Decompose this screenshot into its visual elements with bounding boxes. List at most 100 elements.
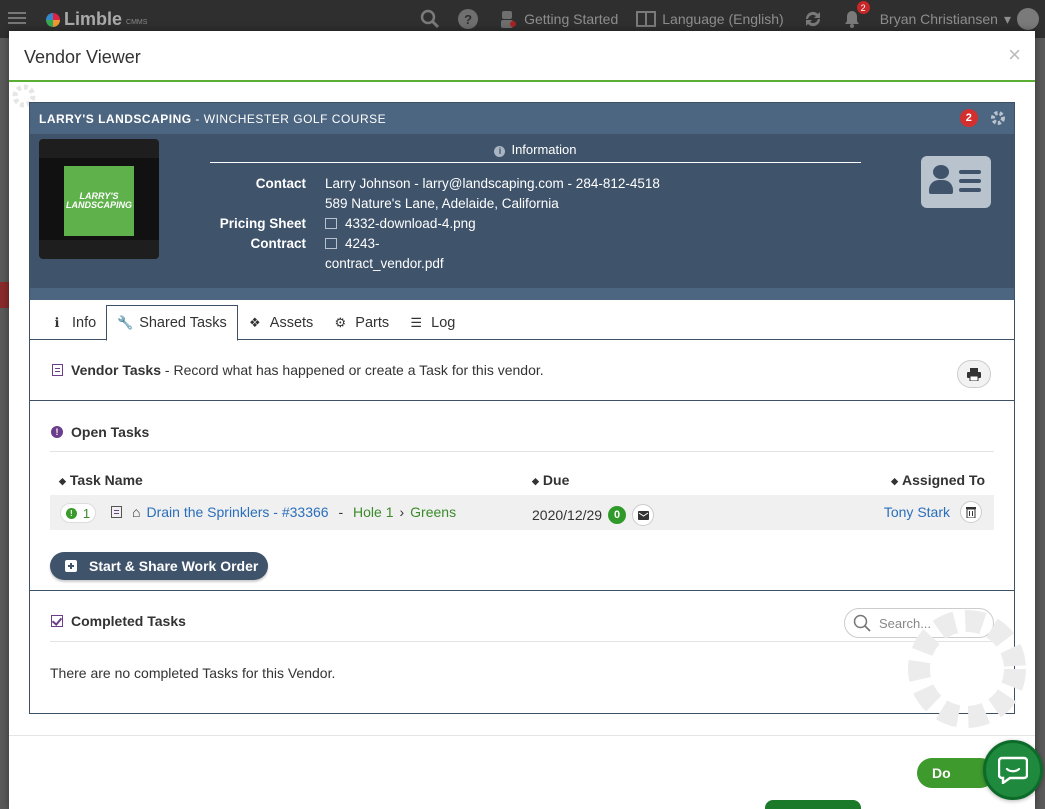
- location-link[interactable]: Hole 1: [353, 504, 393, 520]
- vendor-info-banner: LARRY'S LANDSCAPING i Information Contact…: [30, 134, 1014, 288]
- pricing-sheet-file[interactable]: 4332-download-4.png: [345, 216, 476, 231]
- column-header-task-name[interactable]: ◆ Task Name: [59, 472, 143, 488]
- sublocation-link[interactable]: Greens: [410, 504, 456, 520]
- contract-label: Contract: [250, 236, 306, 251]
- pdf-file-icon: [325, 238, 337, 249]
- exclamation-icon: !: [51, 426, 63, 438]
- list-icon: ☰: [410, 314, 422, 330]
- information-heading: i Information: [210, 139, 861, 163]
- info-icon: ℹ: [54, 314, 60, 330]
- done-button-label: Do: [932, 765, 951, 781]
- vendor-panel: LARRY'S LANDSCAPING - WINCHESTER GOLF CO…: [29, 102, 1015, 714]
- banner-footer: [30, 288, 1014, 300]
- tab-info-label: Info: [72, 314, 97, 331]
- comment-count-badge[interactable]: 0: [608, 506, 627, 524]
- trash-icon: [966, 507, 976, 518]
- priority-pill[interactable]: ! 1: [60, 503, 96, 523]
- location-separator: -: [334, 504, 348, 520]
- vendor-logo-line2: LANDSCAPING: [65, 200, 132, 210]
- divider: [50, 451, 994, 452]
- settings-gear-icon[interactable]: [988, 108, 1008, 128]
- open-tasks-section: ! Open Tasks ◆ Task Name ◆ Due ◆ Assigned T…: [30, 401, 1014, 591]
- modal-title: Vendor Viewer: [24, 47, 141, 67]
- chevron-down-icon: ▾: [1003, 10, 1011, 27]
- search-icon[interactable]: [420, 9, 440, 29]
- task-note-icon: [111, 506, 122, 518]
- logo-text: Limble: [64, 9, 123, 29]
- info-icon: i: [494, 146, 506, 157]
- plus-icon: [65, 560, 77, 572]
- information-heading-label: Information: [511, 142, 577, 157]
- task-link-group: ⌂ Drain the Sprinklers - #33366 - Hole 1…: [111, 504, 456, 520]
- user-name: Bryan Christiansen: [879, 11, 998, 27]
- notifications-bell-icon[interactable]: 2: [842, 1, 870, 29]
- sort-icon: ◆: [891, 476, 899, 486]
- tab-log[interactable]: ☰ Log: [399, 305, 465, 340]
- vendor-name-separator: -: [191, 111, 204, 126]
- language-selector[interactable]: Language (English): [636, 9, 784, 29]
- start-share-work-order-button[interactable]: Start & Share Work Order: [50, 552, 268, 580]
- user-menu[interactable]: Bryan Christiansen ▾: [880, 8, 1039, 30]
- vendor-tabs: ℹ Info 🔧 Shared Tasks ❖ Assets ⚙ Parts ☰…: [30, 300, 1014, 341]
- completed-tasks-title: Completed Tasks: [71, 613, 186, 629]
- vendor-alert-badge[interactable]: 2: [960, 109, 978, 127]
- avatar: [1017, 8, 1039, 30]
- column-header-assigned-to[interactable]: ◆ Assigned To: [891, 472, 985, 488]
- language-label: Language (English): [662, 11, 784, 27]
- message-button[interactable]: [632, 504, 655, 526]
- divider: [50, 641, 994, 642]
- vendor-tasks-description: - Record what has happened or create a T…: [161, 362, 544, 378]
- tab-shared-tasks[interactable]: 🔧 Shared Tasks: [106, 305, 238, 341]
- print-icon: [967, 367, 981, 381]
- image-file-icon: [325, 218, 337, 229]
- language-icon: [636, 11, 657, 27]
- print-button[interactable]: [957, 360, 991, 388]
- priority-icon: !: [65, 507, 77, 519]
- vendor-logo[interactable]: LARRY'S LANDSCAPING: [39, 139, 159, 259]
- sort-icon: ◆: [532, 476, 539, 486]
- assigned-user-link[interactable]: Tony Stark: [884, 504, 950, 520]
- notification-count-badge: 2: [856, 1, 870, 14]
- vendor-location: WINCHESTER GOLF COURSE: [203, 111, 387, 126]
- close-icon[interactable]: ×: [1008, 44, 1021, 66]
- search-icon: [853, 614, 871, 632]
- chat-launcher-button[interactable]: [983, 740, 1043, 800]
- background-button-edge: [765, 800, 861, 809]
- app-logo[interactable]: Limble CMMS: [46, 9, 147, 30]
- due-cell: 2020/12/29 0: [532, 504, 655, 526]
- background-gear-icon: [908, 610, 1026, 728]
- vendor-tasks-title: Vendor Tasks: [71, 362, 162, 378]
- table-row[interactable]: ! 1 ⌂ Drain the Sprinklers - #33366 - Ho…: [50, 495, 994, 530]
- tab-log-label: Log: [431, 314, 456, 331]
- note-icon: [52, 364, 63, 376]
- contract-file-line2[interactable]: contract_vendor.pdf: [325, 254, 665, 274]
- getting-started-label: Getting Started: [524, 11, 619, 27]
- delete-task-button[interactable]: [960, 501, 982, 523]
- tab-parts[interactable]: ⚙ Parts: [323, 305, 399, 340]
- vendor-header-bar: LARRY'S LANDSCAPING - WINCHESTER GOLF CO…: [30, 103, 1014, 134]
- tab-assets[interactable]: ❖ Assets: [238, 305, 324, 340]
- modal-header: Vendor Viewer ×: [9, 31, 1035, 82]
- task-name-link[interactable]: Drain the Sprinklers - #33366: [146, 504, 328, 520]
- vendor-name: LARRY'S LANDSCAPING: [39, 111, 192, 126]
- getting-started-link[interactable]: Getting Started: [496, 8, 618, 30]
- contract-file-line1[interactable]: 4243-: [345, 236, 380, 251]
- priority-number: 1: [82, 505, 91, 521]
- contact-label: Contact: [255, 176, 306, 191]
- vendor-viewer-modal: Vendor Viewer × LARRY'S LANDSCAPING - WI…: [9, 31, 1035, 809]
- tab-info[interactable]: ℹ Info: [40, 305, 106, 340]
- sync-icon[interactable]: [802, 8, 824, 30]
- help-icon[interactable]: ?: [458, 9, 479, 29]
- hamburger-menu-icon[interactable]: [8, 12, 26, 26]
- cubes-icon: ❖: [248, 314, 261, 330]
- logo-mark-icon: [46, 12, 60, 27]
- column-header-due[interactable]: ◆ Due: [532, 472, 569, 488]
- start-share-work-order-label: Start & Share Work Order: [89, 558, 259, 574]
- gears-icon: ⚙: [334, 314, 347, 330]
- column-header-due-label: Due: [542, 472, 570, 488]
- due-date: 2020/12/29: [532, 507, 603, 523]
- robot-icon: [501, 11, 517, 28]
- tab-assets-label: Assets: [269, 314, 314, 331]
- open-tasks-heading: ! Open Tasks: [51, 424, 149, 440]
- sort-icon: ◆: [59, 476, 66, 486]
